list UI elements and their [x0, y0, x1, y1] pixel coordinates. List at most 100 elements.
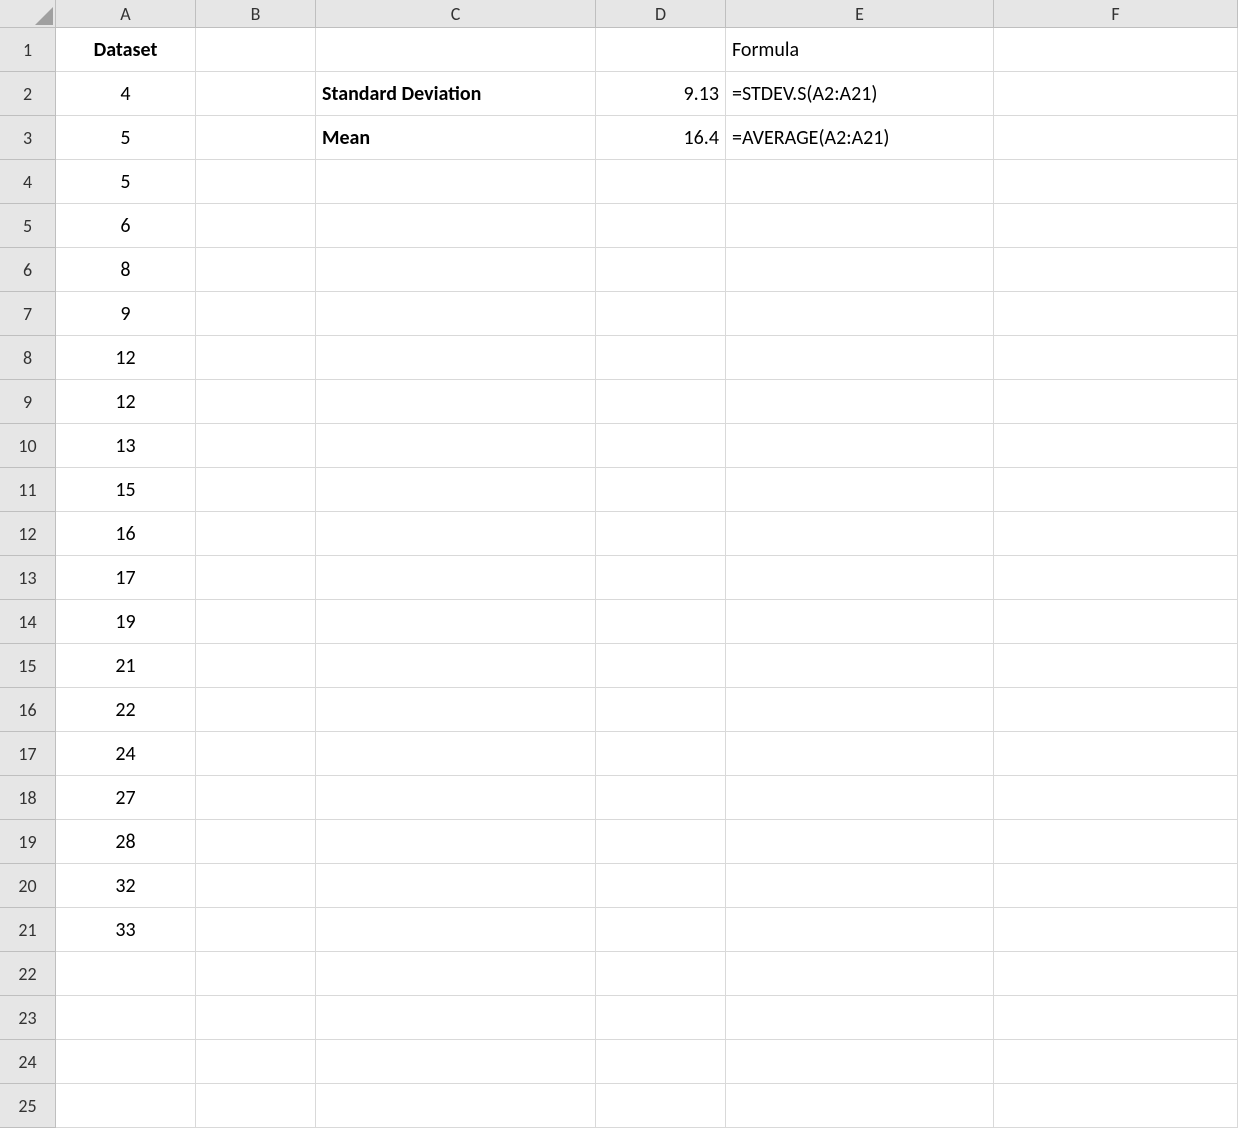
cell-D12[interactable] — [596, 512, 726, 556]
cell-C14[interactable] — [316, 600, 596, 644]
cell-A16[interactable]: 22 — [56, 688, 196, 732]
row-header-22[interactable]: 22 — [0, 952, 56, 996]
cell-B20[interactable] — [196, 864, 316, 908]
cell-E15[interactable] — [726, 644, 994, 688]
cell-B4[interactable] — [196, 160, 316, 204]
row-header-25[interactable]: 25 — [0, 1084, 56, 1128]
cell-C4[interactable] — [316, 160, 596, 204]
cell-A25[interactable] — [56, 1084, 196, 1128]
cell-D17[interactable] — [596, 732, 726, 776]
cell-E10[interactable] — [726, 424, 994, 468]
cell-C7[interactable] — [316, 292, 596, 336]
cell-A3[interactable]: 5 — [56, 116, 196, 160]
cell-D21[interactable] — [596, 908, 726, 952]
cell-B1[interactable] — [196, 28, 316, 72]
cell-C1[interactable] — [316, 28, 596, 72]
cell-C11[interactable] — [316, 468, 596, 512]
cell-B7[interactable] — [196, 292, 316, 336]
cell-F19[interactable] — [994, 820, 1238, 864]
cell-D16[interactable] — [596, 688, 726, 732]
cell-C18[interactable] — [316, 776, 596, 820]
row-header-20[interactable]: 20 — [0, 864, 56, 908]
cell-C23[interactable] — [316, 996, 596, 1040]
cell-C15[interactable] — [316, 644, 596, 688]
cell-C19[interactable] — [316, 820, 596, 864]
cell-B13[interactable] — [196, 556, 316, 600]
cell-D14[interactable] — [596, 600, 726, 644]
cell-C5[interactable] — [316, 204, 596, 248]
cell-E22[interactable] — [726, 952, 994, 996]
row-header-19[interactable]: 19 — [0, 820, 56, 864]
cell-D23[interactable] — [596, 996, 726, 1040]
cell-E12[interactable] — [726, 512, 994, 556]
cell-D24[interactable] — [596, 1040, 726, 1084]
cell-C21[interactable] — [316, 908, 596, 952]
cell-E9[interactable] — [726, 380, 994, 424]
cell-D1[interactable] — [596, 28, 726, 72]
cell-E14[interactable] — [726, 600, 994, 644]
cell-A9[interactable]: 12 — [56, 380, 196, 424]
cell-B25[interactable] — [196, 1084, 316, 1128]
cell-B9[interactable] — [196, 380, 316, 424]
cell-C17[interactable] — [316, 732, 596, 776]
cell-F15[interactable] — [994, 644, 1238, 688]
row-header-12[interactable]: 12 — [0, 512, 56, 556]
cell-B23[interactable] — [196, 996, 316, 1040]
cell-F24[interactable] — [994, 1040, 1238, 1084]
cell-B12[interactable] — [196, 512, 316, 556]
cell-C6[interactable] — [316, 248, 596, 292]
cell-D3[interactable]: 16.4 — [596, 116, 726, 160]
row-header-15[interactable]: 15 — [0, 644, 56, 688]
cell-C20[interactable] — [316, 864, 596, 908]
cell-E11[interactable] — [726, 468, 994, 512]
cell-E4[interactable] — [726, 160, 994, 204]
cell-E8[interactable] — [726, 336, 994, 380]
cell-A21[interactable]: 33 — [56, 908, 196, 952]
cell-F20[interactable] — [994, 864, 1238, 908]
cell-E7[interactable] — [726, 292, 994, 336]
cell-E13[interactable] — [726, 556, 994, 600]
cell-C10[interactable] — [316, 424, 596, 468]
cell-E5[interactable] — [726, 204, 994, 248]
cell-F22[interactable] — [994, 952, 1238, 996]
cell-A12[interactable]: 16 — [56, 512, 196, 556]
cell-C22[interactable] — [316, 952, 596, 996]
col-header-E[interactable]: E — [726, 0, 994, 28]
row-header-18[interactable]: 18 — [0, 776, 56, 820]
cell-A24[interactable] — [56, 1040, 196, 1084]
cell-A13[interactable]: 17 — [56, 556, 196, 600]
cell-D7[interactable] — [596, 292, 726, 336]
cell-B22[interactable] — [196, 952, 316, 996]
row-header-7[interactable]: 7 — [0, 292, 56, 336]
cell-F6[interactable] — [994, 248, 1238, 292]
cell-E24[interactable] — [726, 1040, 994, 1084]
cell-B5[interactable] — [196, 204, 316, 248]
row-header-6[interactable]: 6 — [0, 248, 56, 292]
cell-A1[interactable]: Dataset — [56, 28, 196, 72]
cell-E17[interactable] — [726, 732, 994, 776]
cell-A22[interactable] — [56, 952, 196, 996]
row-header-21[interactable]: 21 — [0, 908, 56, 952]
row-header-13[interactable]: 13 — [0, 556, 56, 600]
cell-D19[interactable] — [596, 820, 726, 864]
cell-F1[interactable] — [994, 28, 1238, 72]
row-header-1[interactable]: 1 — [0, 28, 56, 72]
cell-B3[interactable] — [196, 116, 316, 160]
cell-F2[interactable] — [994, 72, 1238, 116]
row-header-4[interactable]: 4 — [0, 160, 56, 204]
cell-C9[interactable] — [316, 380, 596, 424]
cell-E6[interactable] — [726, 248, 994, 292]
cell-E18[interactable] — [726, 776, 994, 820]
cell-D5[interactable] — [596, 204, 726, 248]
cell-D8[interactable] — [596, 336, 726, 380]
cell-D13[interactable] — [596, 556, 726, 600]
cell-E20[interactable] — [726, 864, 994, 908]
cell-F10[interactable] — [994, 424, 1238, 468]
row-header-23[interactable]: 23 — [0, 996, 56, 1040]
col-header-A[interactable]: A — [56, 0, 196, 28]
row-header-3[interactable]: 3 — [0, 116, 56, 160]
cell-B18[interactable] — [196, 776, 316, 820]
col-header-C[interactable]: C — [316, 0, 596, 28]
cell-E1[interactable]: Formula — [726, 28, 994, 72]
cell-A11[interactable]: 15 — [56, 468, 196, 512]
